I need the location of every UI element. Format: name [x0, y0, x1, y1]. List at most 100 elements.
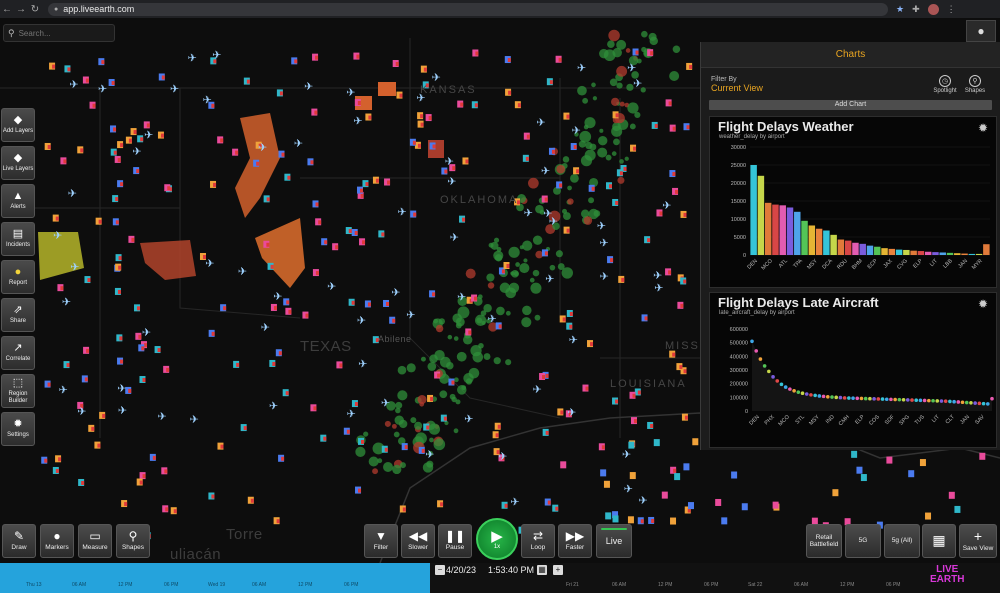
shapes-panel-button[interactable]: ⚲ Shapes: [960, 74, 990, 94]
weather-cell: [383, 462, 393, 473]
live-layers-icon: ◆: [13, 152, 23, 165]
airport-marker-flag: [314, 110, 318, 115]
add-layers-label: Add Layers: [2, 128, 34, 135]
airport-marker-flag: [590, 342, 594, 347]
chart-settings-icon[interactable]: ✹: [978, 297, 988, 311]
5g-button[interactable]: 5G: [845, 524, 881, 558]
search-input[interactable]: [18, 28, 109, 38]
airport-marker-flag: [555, 506, 559, 511]
bar: [837, 239, 845, 255]
star-icon[interactable]: ★: [896, 4, 904, 15]
slower-button[interactable]: ◀◀ Slower: [401, 524, 435, 558]
weather-cell: [429, 437, 434, 443]
airport-marker: [164, 184, 171, 192]
spotlight-icon: ◷: [939, 74, 951, 87]
calendar-icon[interactable]: ▦: [537, 565, 547, 575]
correlate-button[interactable]: ↗ Correlate: [1, 336, 35, 370]
airport-marker: [692, 438, 699, 446]
airport-marker: [154, 346, 161, 354]
timeline[interactable]: Thu 13 06 AM 12 PM 06 PM Wed 19 06 AM 12…: [0, 563, 1000, 593]
share-button[interactable]: ⇗ Share: [1, 298, 35, 332]
airport-marker: [208, 492, 215, 500]
plane-icon: ✈: [53, 229, 62, 242]
shapes-button[interactable]: ⚲ Shapes: [116, 524, 150, 558]
bar: [932, 252, 939, 255]
views-grid-button[interactable]: ▦: [922, 524, 956, 558]
bar: [801, 220, 808, 255]
fast-forward-icon: ▶▶: [565, 529, 585, 544]
airport-marker-flag: [318, 220, 322, 225]
loop-button[interactable]: ⇄ Loop: [521, 524, 555, 558]
airport-marker: [417, 120, 424, 128]
address-bar[interactable]: ● app.liveearth.com: [48, 2, 888, 16]
airport-marker-flag: [365, 182, 369, 187]
extensions-icon[interactable]: ✚: [912, 4, 920, 15]
tick-label: 200000: [730, 382, 748, 388]
live-button[interactable]: Live: [596, 524, 632, 558]
airport-marker-flag: [52, 64, 56, 69]
measure-button[interactable]: ▭ Measure: [78, 524, 112, 558]
plane-icon: ✈: [572, 124, 581, 137]
airport-marker: [908, 470, 915, 478]
airport-marker-flag: [220, 444, 224, 449]
weather-cell: [611, 125, 623, 137]
airport-marker-flag: [507, 58, 511, 63]
filter-button[interactable]: ▼ Filter: [364, 524, 398, 558]
airport-marker-flag: [142, 378, 146, 383]
search-icon: ⚲: [8, 27, 15, 38]
5g-all-button[interactable]: 5g (All): [884, 524, 920, 558]
plane-icon: ✈: [524, 207, 533, 220]
add-layers-button[interactable]: ◆ Add Layers: [1, 108, 35, 142]
airport-marker: [357, 186, 364, 194]
retail-battlefield-button[interactable]: Retail Battlefield: [806, 524, 842, 558]
filter-value[interactable]: Current View: [711, 83, 930, 93]
airport-marker: [114, 287, 121, 295]
settings-button[interactable]: ✹ Settings: [1, 412, 35, 446]
timeline-back-button[interactable]: −: [435, 565, 445, 575]
region-builder-button[interactable]: ⬚ Region Builder: [1, 374, 35, 408]
draw-button[interactable]: ✎ Draw: [2, 524, 36, 558]
data-point: [939, 399, 944, 403]
liveearth-logo: LIVE EARTH: [930, 565, 964, 585]
filter-selector[interactable]: Filter By Current View: [711, 76, 930, 93]
report-button[interactable]: ● Report: [1, 260, 35, 294]
spotlight-button[interactable]: ◷ Spotlight: [930, 74, 960, 94]
airport-marker: [686, 62, 693, 70]
back-icon[interactable]: ←: [0, 4, 14, 15]
menu-icon[interactable]: ⋮: [947, 4, 956, 15]
chart-settings-icon[interactable]: ✹: [978, 121, 988, 135]
airport-marker: [269, 359, 276, 367]
airport-marker-flag: [560, 410, 564, 415]
markers-button[interactable]: ● Markers: [40, 524, 74, 558]
airport-marker: [139, 376, 146, 384]
weather-cell: [414, 421, 423, 430]
airport-marker-flag: [86, 348, 90, 353]
plane-icon: ✈: [545, 272, 554, 285]
airport-marker-flag: [120, 143, 124, 148]
save-view-button[interactable]: + Save View: [959, 524, 997, 558]
alerts-button[interactable]: ▲ Alerts: [1, 184, 35, 218]
faster-button[interactable]: ▶▶ Faster: [558, 524, 592, 558]
play-button[interactable]: ▶ 1x: [476, 518, 518, 560]
incidents-button[interactable]: ▤ Incidents: [1, 222, 35, 256]
timeline-tick: 06 AM: [794, 582, 809, 588]
weather-cell: [528, 177, 539, 189]
add-chart-button[interactable]: Add Chart: [709, 100, 992, 110]
user-avatar-button[interactable]: ●: [966, 20, 996, 42]
search-box[interactable]: ⚲: [3, 24, 115, 42]
live-layers-button[interactable]: ◆ Live Layers: [1, 146, 35, 180]
bar: [794, 211, 801, 255]
pause-button[interactable]: ❚❚ Pause: [438, 524, 472, 558]
timeline-forward-button[interactable]: +: [553, 565, 563, 575]
airport-marker-flag: [67, 67, 71, 72]
forward-icon[interactable]: →: [14, 4, 28, 15]
data-point: [758, 357, 763, 361]
profile-avatar[interactable]: [927, 3, 939, 15]
airport-marker: [459, 215, 466, 223]
plane-icon: ✈: [624, 483, 633, 496]
bar: [881, 248, 888, 255]
ruler-icon: ▭: [89, 529, 101, 544]
airport-marker: [630, 144, 637, 152]
reload-icon[interactable]: ↻: [28, 4, 42, 15]
timeline-history-range[interactable]: [0, 563, 430, 593]
